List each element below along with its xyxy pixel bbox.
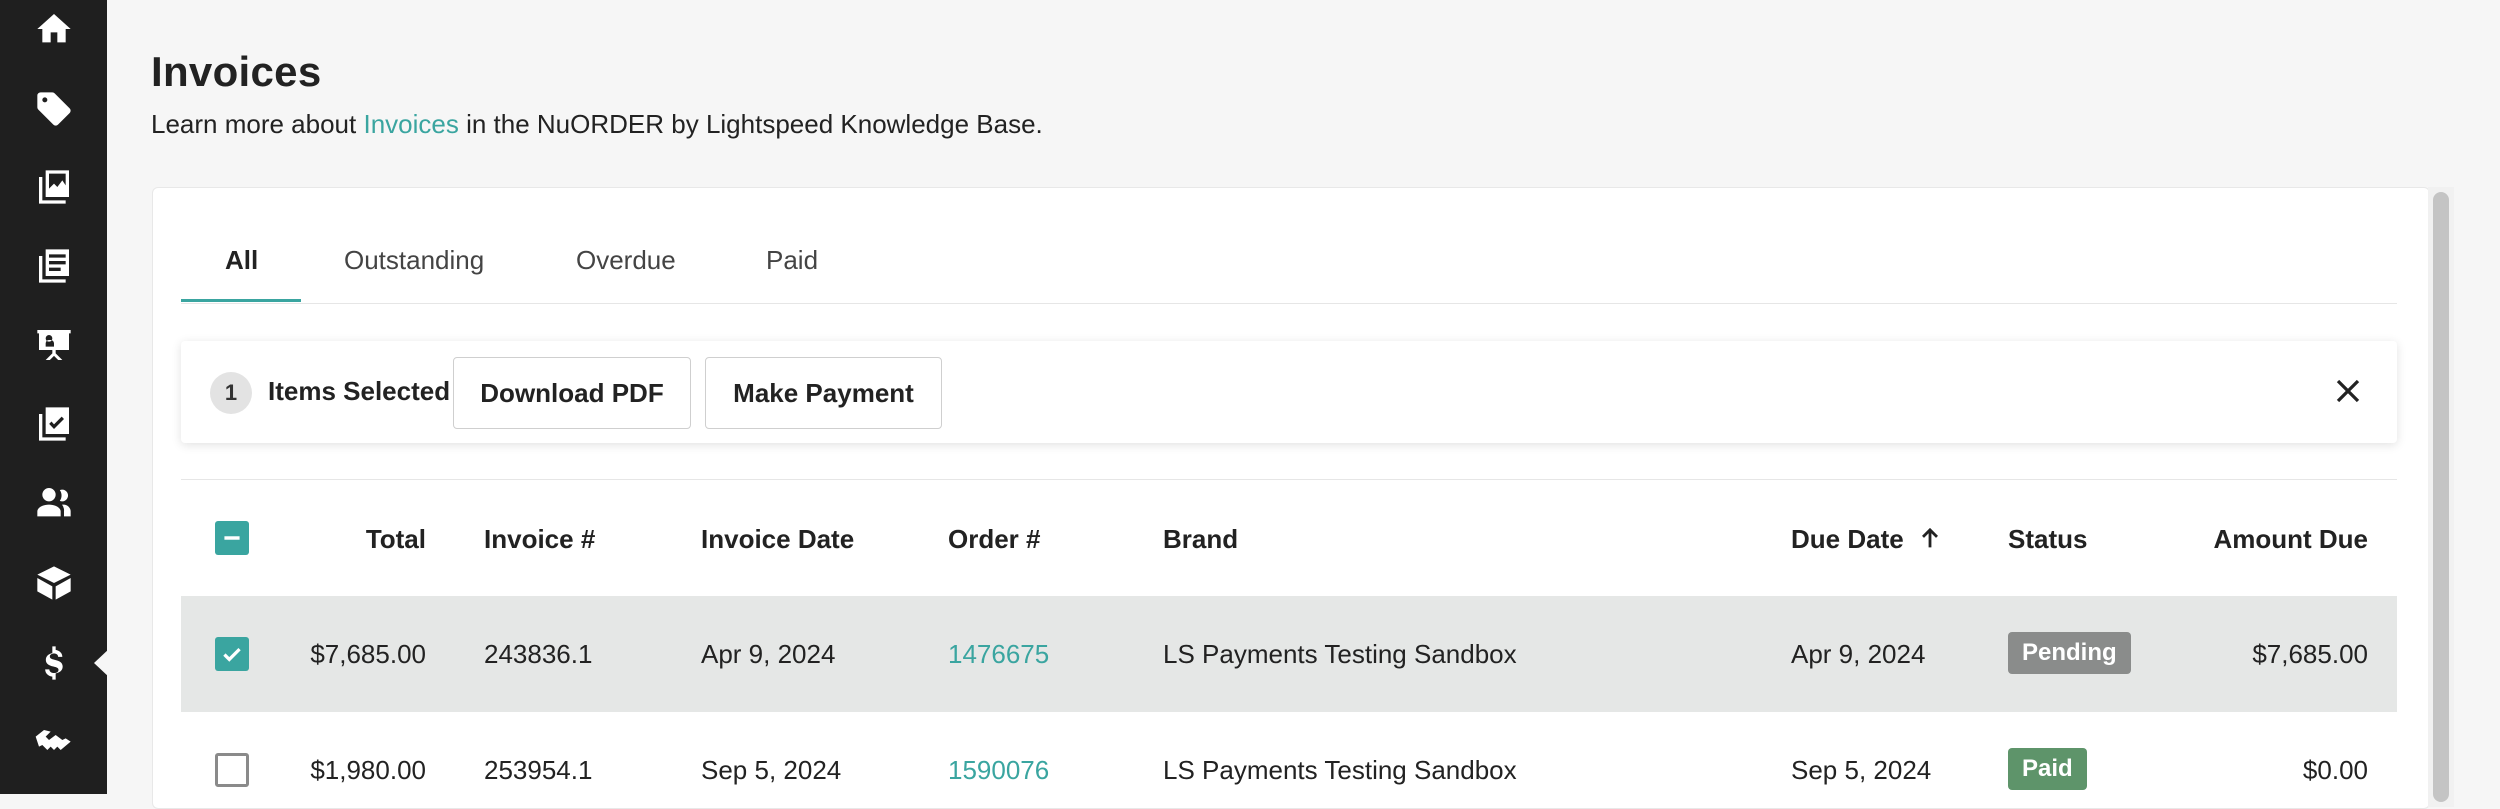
status-badge-pending: Pending	[2008, 632, 2131, 674]
sort-ascending-icon[interactable]	[1916, 524, 1944, 552]
knowledge-base-link[interactable]: Invoices	[363, 109, 458, 139]
close-icon	[2336, 379, 2360, 403]
row-checkbox[interactable]	[215, 637, 249, 671]
sidebar-item-customers[interactable]	[0, 474, 107, 532]
subtitle-prefix: Learn more about	[151, 109, 364, 139]
arrow-up-icon	[1922, 527, 1938, 548]
sidebar-item-inventory[interactable]	[0, 554, 107, 612]
order-link[interactable]: 1590076	[948, 755, 1049, 786]
column-header-order[interactable]: Order #	[948, 524, 1041, 555]
clear-selection-button[interactable]	[2330, 373, 2366, 409]
box-icon	[36, 566, 71, 600]
sidebar-item-presentations[interactable]	[0, 316, 107, 374]
orders-list-icon	[38, 249, 69, 283]
sidebar-item-home[interactable]	[0, 0, 107, 58]
select-all-checkbox[interactable]	[215, 521, 249, 555]
items-selected-label: Items Selected	[268, 376, 451, 406]
make-payment-button[interactable]: Make Payment	[705, 357, 942, 429]
column-header-invoice[interactable]: Invoice #	[484, 524, 595, 555]
sidebar-item-tasks[interactable]	[0, 395, 107, 453]
sidebar	[0, 0, 110, 794]
column-header-due-date[interactable]: Due Date	[1791, 524, 1904, 555]
dollar-icon	[44, 646, 63, 680]
cell-due-date: Apr 9, 2024	[1791, 639, 1926, 669]
cell-brand: LS Payments Testing Sandbox	[1163, 755, 1517, 785]
sidebar-item-partners[interactable]	[0, 711, 107, 769]
handshake-icon	[35, 730, 71, 750]
row-checkbox[interactable]	[215, 753, 249, 787]
column-header-total[interactable]: Total	[300, 524, 426, 555]
table-divider	[181, 479, 2397, 480]
tab-paid[interactable]: Paid	[766, 245, 818, 276]
tab-outstanding[interactable]: Outstanding	[344, 245, 484, 276]
status-badge-paid: Paid	[2008, 748, 2087, 790]
checklist-icon	[38, 407, 69, 441]
cell-invoice-date: Sep 5, 2024	[701, 755, 842, 785]
cell-total: $7,685.00	[310, 639, 426, 669]
indeterminate-icon	[224, 536, 240, 540]
selected-count-badge: 1	[210, 372, 252, 414]
cell-invoice: 243836.1	[484, 639, 593, 669]
users-icon	[36, 488, 71, 517]
cell-brand: LS Payments Testing Sandbox	[1163, 639, 1517, 669]
download-pdf-button[interactable]: Download PDF	[453, 357, 691, 429]
tabs-divider	[181, 303, 2397, 304]
active-tab-indicator	[181, 299, 301, 302]
page-title: Invoices	[151, 48, 322, 95]
cell-due-date: Sep 5, 2024	[1791, 755, 1932, 785]
order-link[interactable]: 1476675	[948, 639, 1049, 670]
sidebar-item-products[interactable]	[0, 80, 107, 138]
sidebar-item-payments[interactable]	[0, 634, 107, 692]
home-icon	[36, 14, 71, 43]
column-header-amount-due[interactable]: Amount Due	[2190, 524, 2368, 555]
tab-all[interactable]: All	[225, 245, 258, 276]
cell-invoice-date: Apr 9, 2024	[701, 639, 836, 669]
sidebar-item-catalogs[interactable]	[0, 158, 107, 216]
column-header-status[interactable]: Status	[2008, 524, 2087, 555]
cell-amount-due: $7,685.00	[2252, 639, 2368, 669]
tag-icon	[36, 92, 71, 126]
column-header-invoice-date[interactable]: Invoice Date	[701, 524, 854, 555]
page-subtitle: Learn more about Invoices in the NuORDER…	[151, 109, 1043, 140]
catalog-images-icon	[38, 170, 69, 204]
sidebar-item-orders[interactable]	[0, 237, 107, 295]
active-nav-indicator	[94, 648, 110, 678]
column-header-brand[interactable]: Brand	[1163, 524, 1238, 555]
cell-amount-due: $0.00	[2302, 755, 2368, 785]
cell-total: $1,980.00	[310, 755, 426, 785]
subtitle-suffix: in the NuORDER by Lightspeed Knowledge B…	[458, 109, 1043, 139]
presentation-icon	[36, 330, 71, 360]
invoices-card	[152, 187, 2430, 809]
cell-invoice: 253954.1	[484, 755, 593, 785]
tab-overdue[interactable]: Overdue	[576, 245, 676, 276]
scrollbar-thumb[interactable]	[2433, 192, 2449, 802]
checkmark-icon	[223, 647, 241, 662]
